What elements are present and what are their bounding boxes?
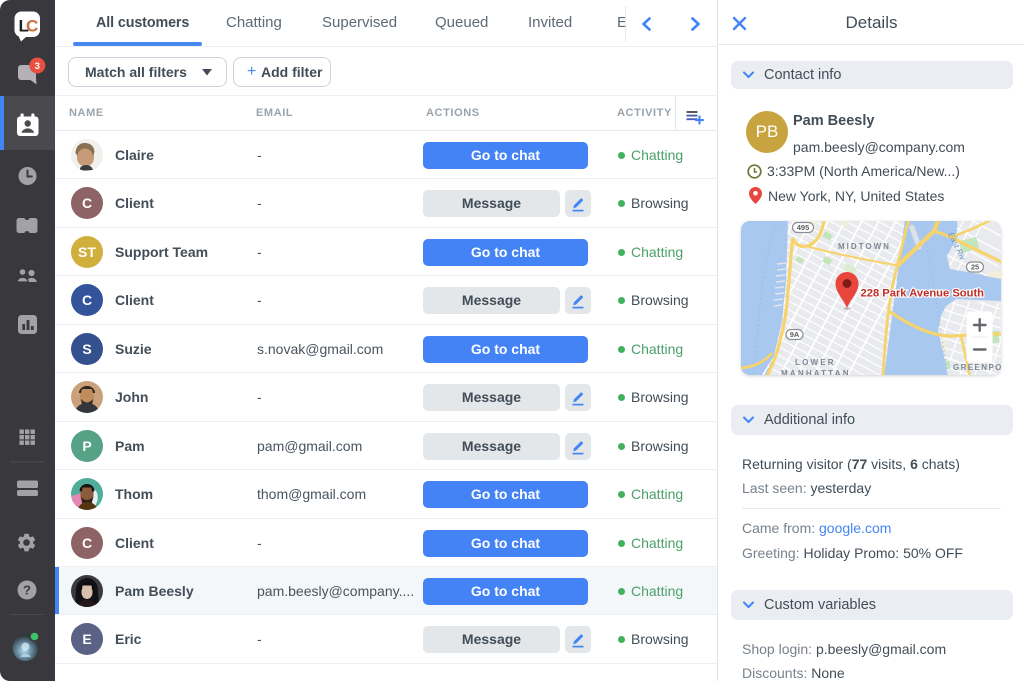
svg-text:25: 25	[971, 263, 979, 272]
svg-text:LOWER: LOWER	[795, 358, 836, 367]
svg-text:C: C	[26, 17, 38, 36]
svg-text:?: ?	[23, 583, 31, 598]
svg-text:GREENPOINT: GREENPOINT	[953, 363, 1001, 372]
svg-text:228 Park Avenue South: 228 Park Avenue South	[861, 288, 985, 300]
svg-text:495: 495	[797, 223, 810, 232]
svg-text:MIDTOWN: MIDTOWN	[838, 242, 891, 251]
svg-text:9A: 9A	[790, 330, 800, 339]
svg-text:3: 3	[35, 61, 40, 72]
svg-text:MANHATTAN: MANHATTAN	[781, 369, 851, 375]
